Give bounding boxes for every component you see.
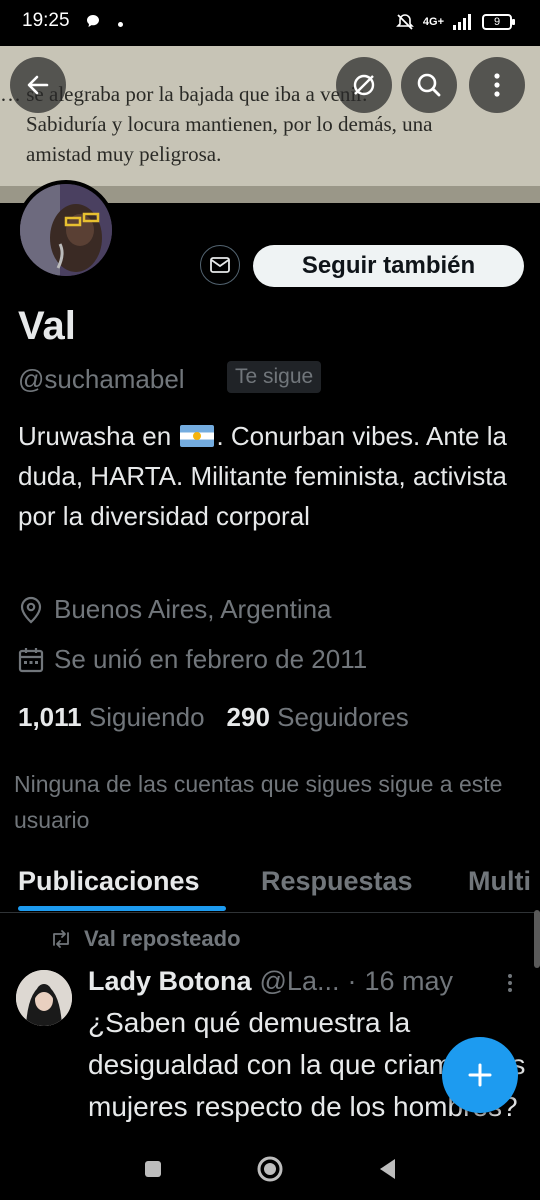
more-vertical-icon — [494, 73, 500, 97]
calendar-icon — [18, 647, 44, 672]
more-options-button[interactable] — [469, 57, 525, 113]
profile-name: Val — [18, 304, 76, 348]
follows-you-badge: Te sigue — [227, 361, 322, 393]
repost-indicator: Val reposteado — [50, 926, 241, 952]
followers-link[interactable]: 290 Seguidores — [227, 702, 409, 733]
banner-text-line: amistad muy peligrosa. — [26, 142, 222, 166]
follow-back-button[interactable]: Seguir también — [253, 245, 524, 287]
following-count: 1,011 — [18, 702, 82, 732]
hide-icon — [353, 74, 375, 96]
post-header: Lady Botona @La... · 16 may — [88, 966, 453, 997]
follow-stats: 1,011 Siguiendo 290 Seguidores — [18, 702, 409, 733]
repost-icon — [53, 930, 69, 948]
status-time: 19:25 — [22, 10, 70, 31]
mail-icon — [210, 257, 230, 273]
tab-posts[interactable]: Publicaciones — [18, 866, 200, 897]
mute-icon — [395, 14, 414, 30]
search-icon — [417, 73, 441, 97]
more-vertical-icon — [508, 974, 512, 992]
signal-icon — [453, 14, 471, 30]
hide-button[interactable] — [336, 57, 392, 113]
scrollbar[interactable] — [534, 910, 540, 968]
profile-handle: @suchamabel — [18, 364, 185, 394]
bio-text: Uruwasha en — [18, 421, 172, 451]
back-button[interactable] — [10, 57, 66, 113]
banner-text-line: Sabiduría y locura mantienen, por lo dem… — [26, 112, 433, 136]
profile-location: Buenos Aires, Argentina — [18, 594, 332, 625]
tab-replies[interactable]: Respuestas — [261, 866, 413, 897]
post-author-handle[interactable]: @La... — [260, 966, 340, 997]
profile-banner: … se alegraba por la bajada que iba a ve… — [0, 46, 540, 203]
notification-dot — [118, 22, 123, 27]
banner-photo: … se alegraba por la bajada que iba a ve… — [0, 46, 540, 186]
profile-avatar[interactable] — [16, 180, 116, 280]
profile-tabs: Publicaciones Respuestas Multi — [0, 858, 540, 913]
status-indicators: 4G+ 9 — [395, 12, 515, 32]
chat-notification-icon — [87, 15, 99, 27]
battery-level: 9 — [493, 16, 501, 28]
network-type: 4G+ — [422, 16, 444, 28]
followers-count: 290 — [226, 702, 270, 732]
post-author-name[interactable]: Lady Botona — [88, 966, 252, 997]
status-bar: 19:25 4G+ 9 — [0, 0, 540, 46]
system-nav-bar — [0, 1143, 540, 1200]
search-button[interactable] — [401, 57, 457, 113]
post-author-avatar[interactable] — [16, 970, 72, 1026]
nav-recents-icon[interactable] — [143, 1159, 163, 1179]
avatar-image — [16, 970, 72, 1026]
post-more-button[interactable] — [506, 972, 514, 1000]
profile-joined: Se unió en febrero de 2011 — [18, 644, 367, 675]
repost-label: Val reposteado — [84, 926, 241, 951]
plus-icon — [468, 1063, 492, 1087]
following-link[interactable]: 1,011 Siguiendo — [18, 702, 205, 733]
joined-text: Se unió en febrero de 2011 — [54, 644, 368, 674]
location-pin-icon — [20, 596, 42, 623]
tab-media[interactable]: Multi — [468, 866, 531, 897]
nav-home-icon[interactable] — [256, 1155, 284, 1183]
nav-back-icon[interactable] — [377, 1157, 397, 1181]
back-arrow-icon — [27, 75, 49, 95]
mutual-followers-note: Ninguna de las cuentas que sigues sigue … — [14, 771, 503, 833]
post-time: 16 may — [364, 966, 454, 996]
followers-label: Seguidores — [277, 702, 409, 732]
following-label: Siguiendo — [88, 702, 205, 732]
location-text: Buenos Aires, Argentina — [54, 594, 332, 624]
compose-button[interactable] — [442, 1037, 518, 1113]
message-button[interactable] — [200, 245, 240, 285]
battery-icon: 9 — [482, 14, 515, 30]
argentina-flag-icon — [180, 425, 215, 447]
post-separator: · — [347, 966, 357, 996]
avatar-image — [20, 184, 112, 276]
profile-bio: Uruwasha en . Conurban vibes. Ante la du… — [18, 416, 528, 536]
active-tab-indicator — [18, 906, 226, 911]
